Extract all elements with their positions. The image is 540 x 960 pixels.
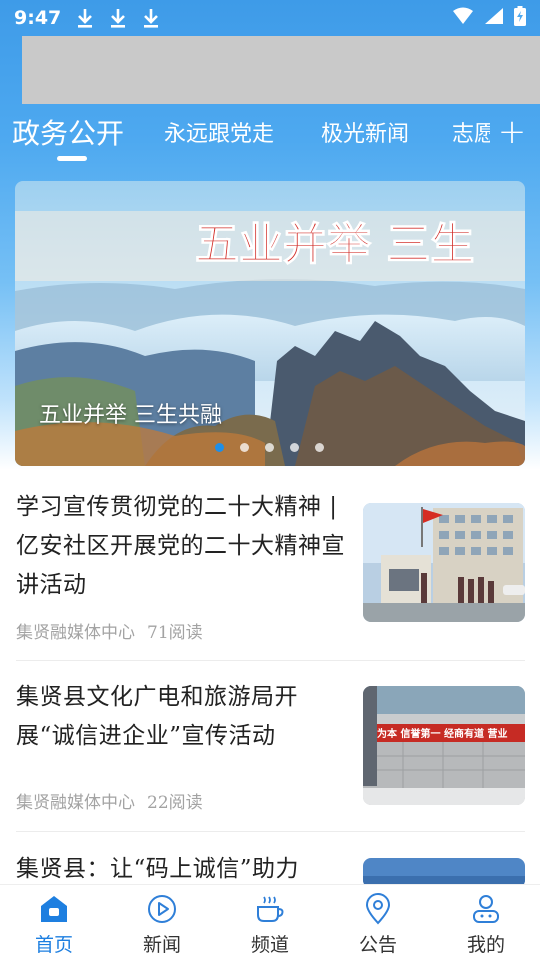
coffee-cup-icon	[254, 893, 286, 925]
news-reads: 22阅读	[147, 793, 203, 813]
signal-icon	[484, 7, 504, 29]
bottom-nav: 首页 新闻 频道 公告 我的	[0, 884, 540, 960]
download-icon	[141, 7, 161, 29]
location-pin-icon	[362, 893, 394, 925]
user-icon	[470, 893, 502, 925]
add-channel-button[interactable]: +	[492, 110, 532, 154]
nav-home[interactable]: 首页	[14, 885, 94, 960]
download-icon	[75, 7, 95, 29]
carousel-dot[interactable]	[315, 443, 324, 452]
tab-aurora-news[interactable]: 极光新闻	[321, 116, 409, 148]
news-source: 集贤融媒体中心	[16, 623, 135, 643]
carousel-dot-active[interactable]	[215, 443, 224, 452]
nav-label: 频道	[250, 934, 289, 956]
search-bar[interactable]	[22, 36, 540, 104]
status-time: 9:47	[14, 7, 62, 29]
status-bar: 9:47	[0, 0, 540, 36]
plus-icon: +	[497, 112, 527, 152]
tab-follow-party[interactable]: 永远跟党走	[164, 116, 274, 148]
news-thumbnail	[363, 503, 525, 622]
news-reads: 71阅读	[147, 623, 203, 643]
news-meta: 集贤融媒体中心 71阅读	[16, 618, 203, 643]
news-title: 学习宣传贯彻党的二十大精神 | 亿安社区开展党的二十大精神宣讲活动	[16, 494, 345, 598]
play-circle-icon	[146, 893, 178, 925]
nav-mine[interactable]: 我的	[446, 885, 526, 960]
news-item[interactable]: 学习宣传贯彻党的二十大精神 | 亿安社区开展党的二十大精神宣讲活动 集贤融媒体中…	[16, 488, 525, 643]
news-item[interactable]: 集贤县文化广电和旅游局开展“诚信进企业”宣传活动 集贤融媒体中心 22阅读 信为…	[16, 678, 525, 818]
news-meta: 集贤融媒体中心 22阅读	[16, 788, 203, 813]
divider	[16, 831, 525, 832]
active-tab-indicator	[57, 156, 87, 161]
news-source: 集贤融媒体中心	[16, 793, 135, 813]
nav-notice[interactable]: 公告	[338, 885, 418, 960]
battery-charging-icon	[514, 6, 526, 30]
carousel-dot[interactable]	[265, 443, 274, 452]
divider	[16, 660, 525, 661]
nav-label: 公告	[358, 934, 397, 956]
nav-label: 我的	[466, 934, 505, 956]
news-title: 集贤县文化广电和旅游局开展“诚信进企业”宣传活动	[16, 684, 298, 749]
download-icon	[108, 7, 128, 29]
tab-gov-affairs[interactable]: 政务公开	[12, 112, 124, 152]
home-icon	[38, 893, 70, 925]
banner-caption: 五业并举 三生共融	[39, 403, 222, 428]
nav-channel[interactable]: 频道	[230, 885, 310, 960]
nav-news[interactable]: 新闻	[122, 885, 202, 960]
nav-label: 首页	[34, 934, 73, 956]
thumb-banner-text: 信为本 信誉第一 经商有道 营业	[367, 727, 507, 740]
wifi-icon	[452, 7, 474, 29]
carousel-dot[interactable]	[290, 443, 299, 452]
banner-carousel[interactable]: 五业并举 三生 五业并举 三生共融	[15, 181, 525, 466]
nav-label: 新闻	[142, 934, 181, 956]
tab-volunteer[interactable]: 志愿	[452, 116, 490, 148]
search-input[interactable]	[22, 36, 540, 104]
tab-volunteer-clip: 志愿	[450, 108, 490, 160]
carousel-dots	[215, 443, 324, 452]
carousel-dot[interactable]	[240, 443, 249, 452]
news-thumbnail: 信为本 信誉第一 经商有道 营业	[363, 686, 525, 805]
banner-image-text: 五业并举 三生	[195, 219, 474, 270]
